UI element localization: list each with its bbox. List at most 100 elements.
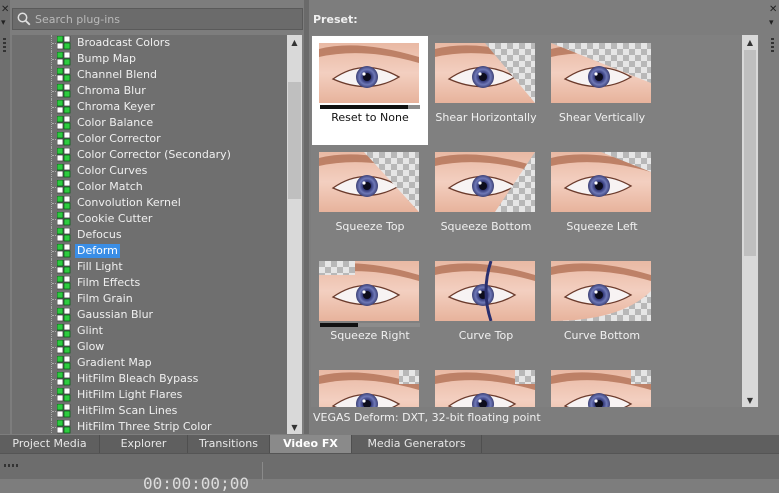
preset-thumbnail bbox=[435, 152, 535, 212]
plugin-item[interactable]: Glint bbox=[12, 323, 287, 339]
plugin-item-label: Gaussian Blur bbox=[77, 308, 154, 321]
plugin-item[interactable]: Cookie Cutter bbox=[12, 211, 287, 227]
preset-tile[interactable] bbox=[312, 363, 428, 407]
fx-plugin-icon bbox=[57, 292, 71, 306]
chevron-down-icon[interactable]: ▾ bbox=[769, 18, 774, 28]
drag-grip-icon[interactable] bbox=[771, 38, 774, 52]
preset-gallery: Reset to None Shear Horizontally Shear Ver… bbox=[311, 35, 759, 407]
fx-plugin-icon bbox=[57, 212, 71, 226]
preset-label: Curve Top bbox=[458, 329, 514, 342]
plugin-item-label: Color Balance bbox=[77, 116, 154, 129]
scroll-down-icon[interactable]: ▼ bbox=[742, 393, 758, 407]
fx-plugin-icon bbox=[57, 180, 71, 194]
plugin-item[interactable]: Deform bbox=[12, 243, 287, 259]
plugin-item-label: HitFilm Light Flares bbox=[77, 388, 183, 401]
chevron-down-icon[interactable]: ▾ bbox=[1, 18, 6, 28]
plugin-item[interactable]: Chroma Blur bbox=[12, 83, 287, 99]
fx-plugin-icon bbox=[57, 356, 71, 370]
tab-media-generators[interactable]: Media Generators bbox=[352, 435, 482, 453]
preset-thumbnail bbox=[319, 261, 419, 321]
close-icon[interactable]: ✕ bbox=[1, 4, 9, 15]
plugin-item[interactable]: Color Balance bbox=[12, 115, 287, 131]
plugin-item[interactable]: HitFilm Bleach Bypass bbox=[12, 371, 287, 387]
preset-tile[interactable]: Shear Vertically bbox=[544, 36, 660, 145]
plugin-item[interactable]: HitFilm Light Flares bbox=[12, 387, 287, 403]
plugin-item[interactable]: Film Grain bbox=[12, 291, 287, 307]
search-input[interactable] bbox=[35, 12, 295, 26]
fx-plugin-icon bbox=[57, 372, 71, 386]
drag-grip-icon[interactable] bbox=[3, 38, 6, 52]
tab-explorer[interactable]: Explorer bbox=[100, 435, 188, 453]
preset-tile[interactable]: Squeeze Left bbox=[544, 145, 660, 254]
scrollbar-thumb[interactable] bbox=[744, 50, 756, 256]
fx-plugin-icon bbox=[57, 132, 71, 146]
preset-label: Squeeze Top bbox=[335, 220, 405, 233]
plugin-item[interactable]: Channel Blend bbox=[12, 67, 287, 83]
preset-thumbnail bbox=[551, 43, 651, 103]
drag-grip-icon[interactable] bbox=[4, 464, 18, 467]
preset-tile[interactable]: Squeeze Top bbox=[312, 145, 428, 254]
preset-tile[interactable] bbox=[544, 363, 660, 407]
pane-splitter[interactable] bbox=[304, 0, 309, 434]
plugin-item[interactable]: Gradient Map bbox=[12, 355, 287, 371]
plugin-item[interactable]: Defocus bbox=[12, 227, 287, 243]
tab-project-media[interactable]: Project Media bbox=[0, 435, 100, 453]
plugin-item[interactable]: Glow bbox=[12, 339, 287, 355]
plugin-item-label: Chroma Keyer bbox=[77, 100, 155, 113]
plugin-item[interactable]: Film Effects bbox=[12, 275, 287, 291]
plugin-search-box bbox=[12, 8, 303, 30]
fx-plugin-icon bbox=[57, 228, 71, 242]
fx-plugin-icon bbox=[57, 420, 71, 434]
plugin-item[interactable]: Broadcast Colors bbox=[12, 35, 287, 51]
fx-plugin-icon bbox=[57, 116, 71, 130]
plugin-item[interactable]: Fill Light bbox=[12, 259, 287, 275]
preset-tile[interactable]: Shear Horizontally bbox=[428, 36, 544, 145]
scroll-up-icon[interactable]: ▲ bbox=[742, 35, 758, 49]
tab-video-fx[interactable]: Video FX bbox=[270, 435, 352, 453]
close-icon[interactable]: ✕ bbox=[769, 4, 777, 15]
plugin-list-scrollbar[interactable]: ▲ ▼ bbox=[287, 35, 302, 434]
plugin-item-label: Defocus bbox=[77, 228, 122, 241]
preset-tile[interactable]: Curve Top bbox=[428, 254, 544, 363]
plugin-info-text: VEGAS Deform: DXT, 32-bit floating point bbox=[313, 411, 541, 424]
plugin-item[interactable]: Color Match bbox=[12, 179, 287, 195]
scroll-up-icon[interactable]: ▲ bbox=[287, 35, 302, 49]
preset-tile[interactable]: Squeeze Bottom bbox=[428, 145, 544, 254]
preset-thumbnail bbox=[435, 43, 535, 103]
plugin-list: Broadcast Colors Bump Map Channel Blend Chr… bbox=[12, 35, 287, 434]
preset-thumbnail bbox=[319, 370, 419, 407]
plugin-item-label: Deform bbox=[75, 244, 120, 258]
plugin-item-label: Color Corrector bbox=[77, 132, 161, 145]
preset-tile[interactable]: Reset to None bbox=[312, 36, 428, 145]
preset-label: Curve Bottom bbox=[563, 329, 641, 342]
plugin-item[interactable]: HitFilm Scan Lines bbox=[12, 403, 287, 419]
preset-tile[interactable]: Squeeze Right bbox=[312, 254, 428, 363]
fx-plugin-icon bbox=[57, 404, 71, 418]
plugin-item[interactable]: Chroma Keyer bbox=[12, 99, 287, 115]
fx-plugin-icon bbox=[57, 276, 71, 290]
plugin-item[interactable]: HitFilm Three Strip Color bbox=[12, 419, 287, 434]
plugin-item-label: Color Match bbox=[77, 180, 143, 193]
plugin-item-label: HitFilm Scan Lines bbox=[77, 404, 178, 417]
scroll-down-icon[interactable]: ▼ bbox=[287, 420, 302, 434]
plugin-item-label: Bump Map bbox=[77, 52, 136, 65]
preset-tile[interactable] bbox=[428, 363, 544, 407]
scrollbar-thumb[interactable] bbox=[288, 82, 301, 199]
plugin-item[interactable]: Convolution Kernel bbox=[12, 195, 287, 211]
fx-plugin-icon bbox=[57, 68, 71, 82]
plugin-item[interactable]: Gaussian Blur bbox=[12, 307, 287, 323]
plugin-item-label: HitFilm Bleach Bypass bbox=[77, 372, 199, 385]
plugin-item[interactable]: Color Corrector bbox=[12, 131, 287, 147]
tab-transitions[interactable]: Transitions bbox=[188, 435, 270, 453]
plugin-item-label: Fill Light bbox=[77, 260, 123, 273]
preset-tile[interactable]: Curve Bottom bbox=[544, 254, 660, 363]
preset-progress-bar bbox=[320, 105, 420, 109]
plugin-item[interactable]: Color Curves bbox=[12, 163, 287, 179]
plugin-item[interactable]: Bump Map bbox=[12, 51, 287, 67]
preset-scrollbar[interactable]: ▲ ▼ bbox=[742, 35, 758, 407]
preset-thumbnail bbox=[435, 261, 535, 321]
plugin-item-label: Film Effects bbox=[77, 276, 141, 289]
plugin-item-label: HitFilm Three Strip Color bbox=[77, 420, 212, 433]
plugin-item[interactable]: Color Corrector (Secondary) bbox=[12, 147, 287, 163]
preset-heading: Preset: bbox=[313, 13, 358, 26]
